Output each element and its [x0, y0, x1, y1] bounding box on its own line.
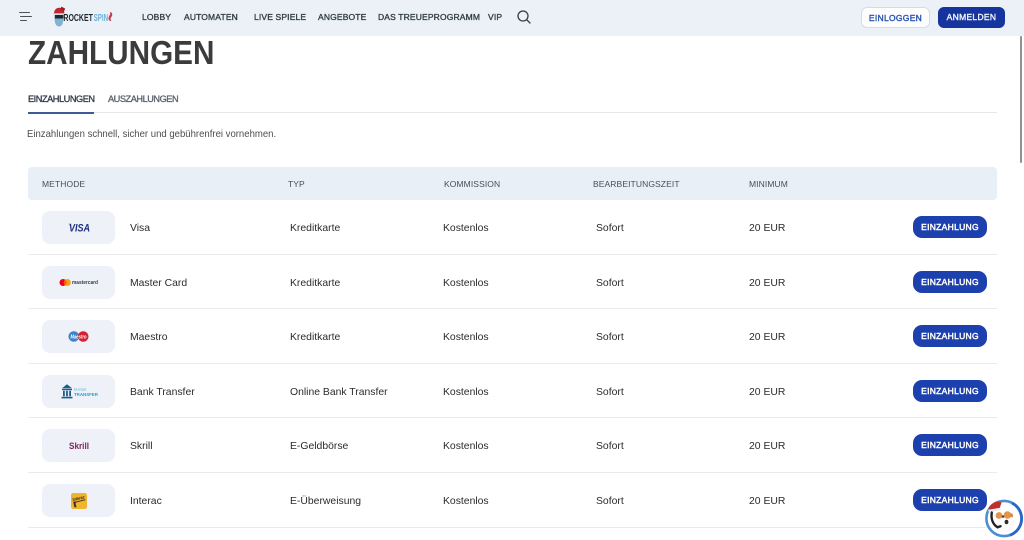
svg-text:ROCKET: ROCKET	[63, 13, 93, 24]
svg-text:VISA: VISA	[69, 222, 90, 234]
svg-text:Skrill: Skrill	[69, 441, 89, 452]
svg-text:SPIN: SPIN	[94, 13, 109, 24]
svg-text:Maestro: Maestro	[71, 334, 87, 340]
svg-text:TRANSFER: TRANSFER	[74, 392, 99, 397]
svg-text:mastercard: mastercard	[72, 280, 98, 286]
